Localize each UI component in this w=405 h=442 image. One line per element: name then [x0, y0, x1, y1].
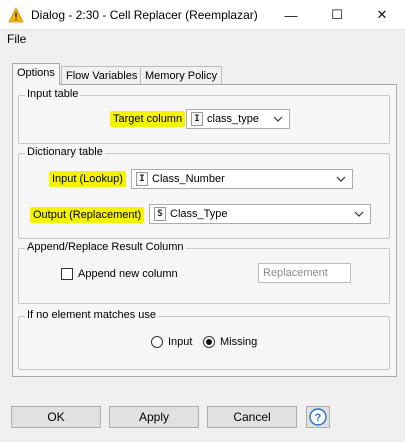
output-replacement-label: Output (Replacement) [30, 207, 145, 223]
chevron-down-icon [273, 116, 283, 122]
chevron-down-icon [354, 211, 364, 217]
help-glyph: ? [315, 412, 322, 424]
input-lookup-value: Class_Number [152, 173, 225, 185]
integer-type-icon: I [136, 172, 148, 186]
output-replacement-select[interactable]: S Class_Type [149, 204, 371, 224]
radio-missing-label: Missing [220, 336, 258, 348]
target-column-select[interactable]: I class_type [186, 109, 290, 129]
menu-bar: File [0, 30, 405, 48]
input-lookup-select[interactable]: I Class_Number [131, 169, 353, 189]
new-column-name-field[interactable]: Replacement [258, 263, 351, 283]
target-column-value: class_type [207, 113, 259, 125]
input-table-group: Input table Target column I class_type [18, 88, 390, 144]
chevron-down-icon [336, 176, 346, 182]
dictionary-table-group-label: Dictionary table [25, 146, 105, 158]
menu-file[interactable]: File [7, 32, 26, 46]
apply-button[interactable]: Apply [109, 406, 199, 428]
append-replace-group-label: Append/Replace Result Column [25, 241, 186, 253]
input-lookup-label: Input (Lookup) [49, 171, 126, 187]
string-type-icon: S [154, 207, 166, 221]
radio-input-label: Input [168, 336, 193, 348]
title-bar: Dialog - 2:30 - Cell Replacer (Reemplaza… [0, 0, 405, 30]
tab-flow-variables[interactable]: Flow Variables [61, 66, 143, 85]
maximize-button[interactable]: ☐ [314, 0, 360, 30]
radio-missing[interactable] [203, 336, 215, 348]
cancel-button[interactable]: Cancel [207, 406, 297, 428]
warning-triangle-icon [8, 7, 24, 23]
help-button[interactable]: ? [306, 406, 330, 428]
target-column-label: Target column [110, 111, 186, 127]
append-new-column-label: Append new column [78, 268, 178, 280]
minimize-button[interactable]: — [268, 0, 314, 30]
close-button[interactable]: ✕ [359, 0, 405, 30]
dictionary-table-group: Dictionary table Input (Lookup) I Class_… [18, 146, 390, 239]
tab-memory-policy[interactable]: Memory Policy [140, 66, 223, 85]
options-panel: Input table Target column I class_type D… [12, 84, 397, 377]
no-match-group-label: If no element matches use [25, 309, 159, 321]
output-replacement-value: Class_Type [170, 208, 228, 220]
radio-input[interactable] [151, 336, 163, 348]
input-table-group-label: Input table [25, 88, 81, 100]
append-new-column-checkbox[interactable] [61, 268, 73, 280]
integer-type-icon: I [191, 112, 203, 126]
window-title: Dialog - 2:30 - Cell Replacer (Reemplaza… [31, 8, 258, 22]
ok-button[interactable]: OK [11, 406, 101, 428]
help-icon: ? [309, 408, 327, 426]
tab-options[interactable]: Options [12, 63, 60, 85]
append-replace-group: Append/Replace Result Column Append new … [18, 241, 390, 304]
no-match-group: If no element matches use Input Missing [18, 309, 390, 370]
